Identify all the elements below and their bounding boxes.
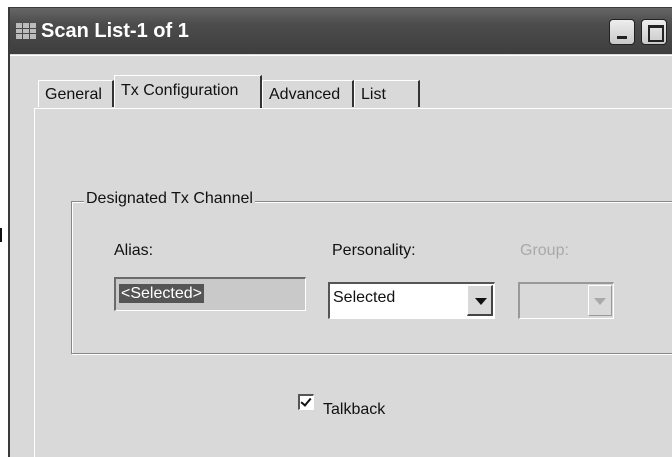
group-label: Group:	[520, 242, 569, 259]
talkback-label: Talkback	[323, 401, 386, 418]
tab-list[interactable]: List	[354, 80, 420, 107]
chevron-down-icon	[588, 285, 612, 316]
tab-general[interactable]: General	[38, 80, 114, 107]
scan-list-window: Scan List-1 of 1 General Tx Configuratio…	[8, 7, 672, 457]
tab-strip-divider	[34, 108, 672, 109]
maximize-icon[interactable]	[641, 19, 667, 45]
alias-value: <Selected>	[119, 284, 204, 303]
dialog-client-area: General Tx Configuration Advanced List D…	[10, 55, 672, 457]
personality-label: Personality:	[332, 242, 416, 259]
group-dropdown	[518, 282, 614, 319]
title-bar[interactable]: Scan List-1 of 1	[10, 8, 672, 54]
personality-value: Selected	[333, 289, 396, 306]
tab-advanced[interactable]: Advanced	[262, 80, 354, 107]
edge-mark	[0, 228, 2, 242]
minimize-icon[interactable]	[609, 19, 635, 45]
grid-icon	[16, 23, 36, 39]
window-title: Scan List-1 of 1	[41, 20, 189, 42]
tab-tx-configuration[interactable]: Tx Configuration	[114, 75, 262, 108]
chevron-down-icon[interactable]	[467, 285, 493, 316]
group-title: Designated Tx Channel	[84, 190, 255, 208]
alias-field: <Selected>	[114, 277, 306, 311]
talkback-checkbox[interactable]	[298, 394, 314, 410]
personality-dropdown[interactable]: Selected	[328, 282, 495, 319]
alias-label: Alias:	[114, 242, 154, 259]
